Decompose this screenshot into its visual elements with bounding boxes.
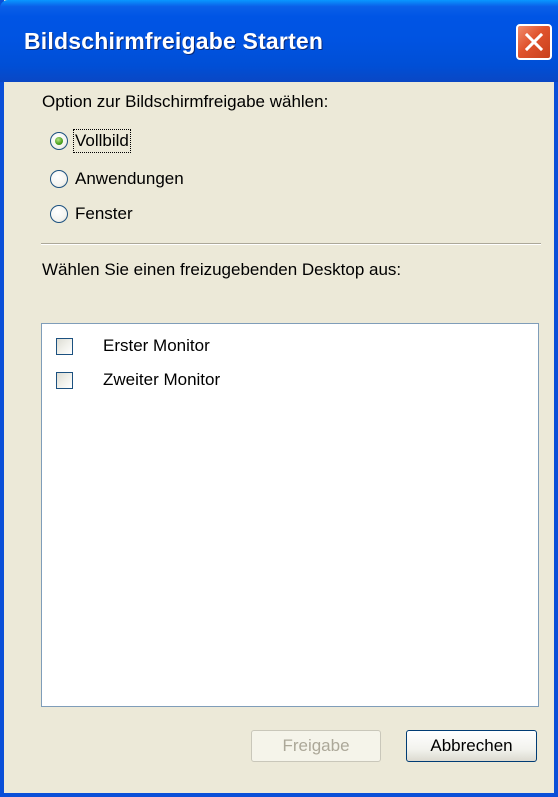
- radio-button-selected[interactable]: [50, 132, 68, 150]
- radio-window[interactable]: Fenster: [50, 202, 133, 226]
- close-x-icon: [524, 32, 544, 52]
- radio-window-label: Fenster: [75, 204, 133, 223]
- radio-fullscreen-label: Vollbild: [73, 129, 131, 153]
- close-button[interactable]: [516, 24, 552, 60]
- radio-applications[interactable]: Anwendungen: [50, 167, 184, 191]
- cancel-button[interactable]: Abbrechen: [406, 730, 537, 762]
- checkbox[interactable]: [56, 337, 73, 355]
- share-button[interactable]: Freigabe: [251, 730, 381, 762]
- radio-button[interactable]: [50, 205, 68, 223]
- first-monitor-label: Erster Monitor: [103, 336, 210, 355]
- radio-button[interactable]: [50, 170, 68, 188]
- monitor-list[interactable]: Erster Monitor Zweiter Monitor: [41, 323, 539, 707]
- title-bar[interactable]: Bildschirmfreigabe Starten: [0, 0, 558, 82]
- radio-applications-label: Anwendungen: [75, 169, 184, 188]
- checkbox[interactable]: [56, 371, 73, 389]
- list-item-first-monitor[interactable]: Erster Monitor: [56, 334, 210, 358]
- dialog-window: Bildschirmfreigabe Starten Option zur Bi…: [0, 0, 558, 797]
- separator-line: [41, 243, 541, 245]
- desktop-select-heading: Wählen Sie einen freizugebenden Desktop …: [42, 260, 402, 279]
- radio-fullscreen[interactable]: Vollbild: [50, 129, 131, 153]
- window-title: Bildschirmfreigabe Starten: [24, 28, 324, 54]
- share-option-heading: Option zur Bildschirmfreigabe wählen:: [42, 92, 329, 111]
- second-monitor-label: Zweiter Monitor: [103, 370, 221, 389]
- list-item-second-monitor[interactable]: Zweiter Monitor: [56, 368, 220, 392]
